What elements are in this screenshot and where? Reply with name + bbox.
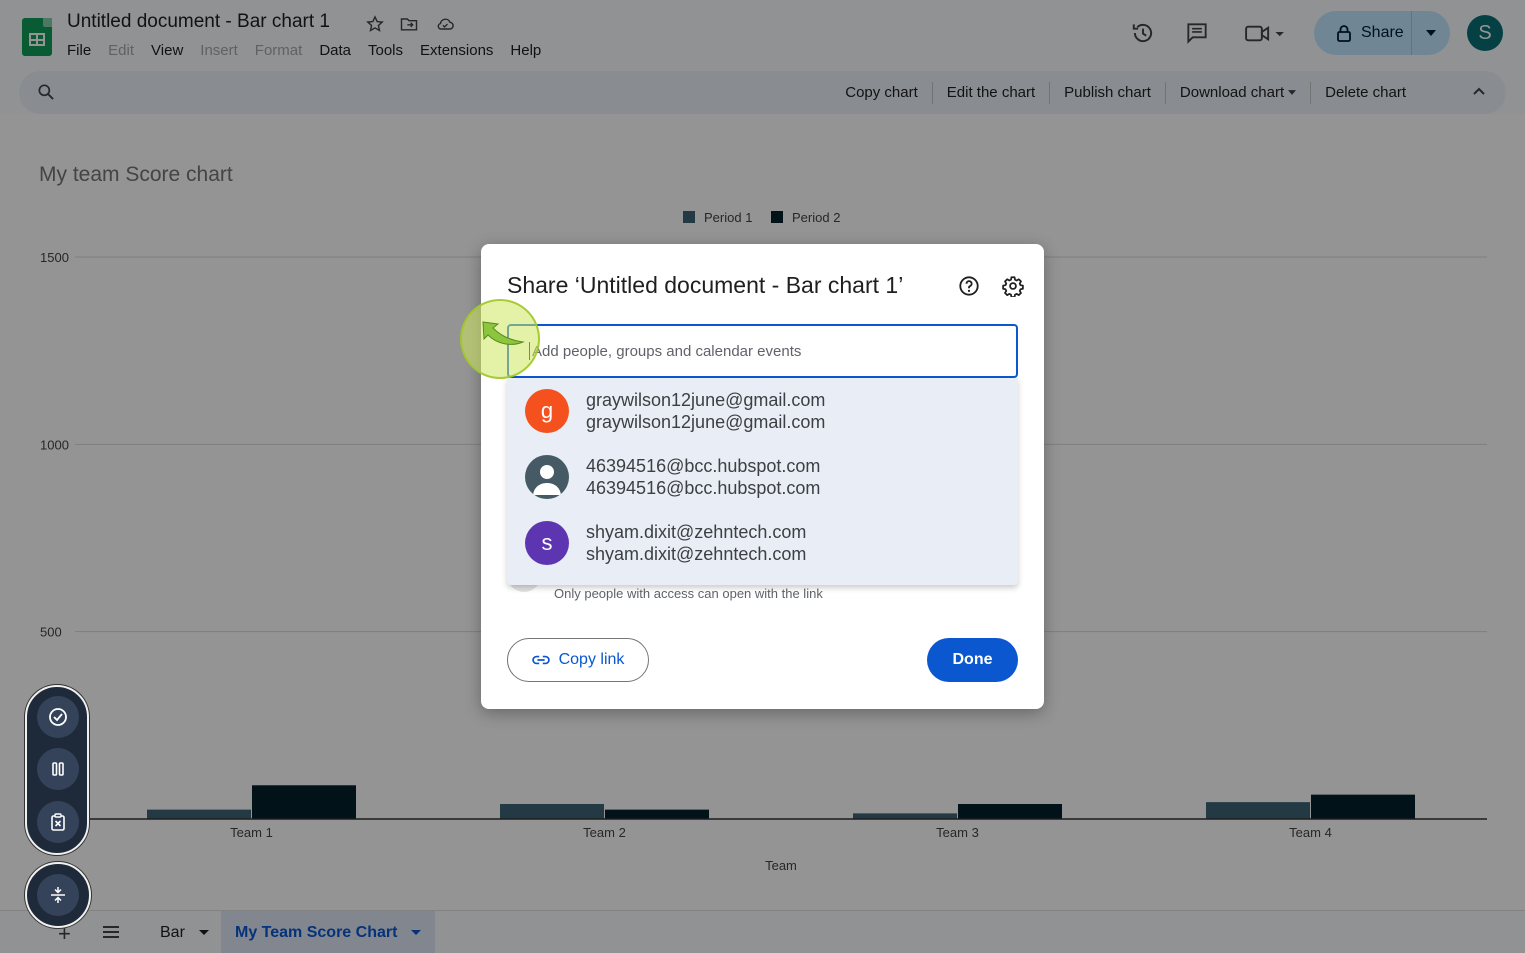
clipboard-x-icon [51, 813, 65, 831]
finish-recording-button[interactable] [37, 696, 79, 738]
suggestion-secondary: graywilson12june@gmail.com [586, 412, 826, 432]
suggestion-item[interactable]: 46394516@bcc.hubspot.com 46394516@bcc.hub… [507, 444, 1018, 510]
avatar: s [525, 521, 569, 565]
collapse-arrows-icon [51, 887, 65, 903]
collapse-recorder-button[interactable] [25, 862, 91, 928]
default-person-avatar-icon [525, 455, 569, 499]
check-circle-icon [49, 708, 67, 726]
general-access-description: Only people with access can open with th… [554, 586, 823, 601]
avatar: g [525, 389, 569, 433]
share-dialog: Share ‘Untitled document - Bar chart 1’ … [481, 244, 1044, 709]
pause-recording-button[interactable] [37, 748, 79, 790]
copy-link-button[interactable]: Copy link [507, 638, 649, 682]
discard-recording-button[interactable] [37, 801, 79, 843]
link-icon [531, 655, 550, 665]
pause-icon [52, 762, 64, 776]
input-placeholder: Add people, groups and calendar events [532, 342, 802, 360]
suggestion-primary: 46394516@bcc.hubspot.com [586, 456, 821, 476]
done-button[interactable]: Done [927, 638, 1018, 682]
settings-gear-icon[interactable] [1002, 275, 1024, 297]
help-icon[interactable] [958, 275, 980, 297]
cursor-arrow-icon [482, 321, 525, 345]
person-icon [533, 465, 561, 495]
suggestion-item[interactable]: g graywilson12june@gmail.com graywilson12… [507, 378, 1018, 444]
suggestion-primary: graywilson12june@gmail.com [586, 390, 826, 410]
suggestion-secondary: 46394516@bcc.hubspot.com [586, 478, 821, 498]
suggestion-item[interactable]: s shyam.dixit@zehntech.com shyam.dixit@ze… [507, 510, 1018, 576]
suggestion-primary: shyam.dixit@zehntech.com [586, 522, 807, 542]
recording-controls [25, 685, 89, 855]
suggestion-secondary: shyam.dixit@zehntech.com [586, 544, 807, 564]
copy-link-label: Copy link [558, 651, 625, 668]
add-people-input[interactable]: Add people, groups and calendar events [507, 324, 1018, 378]
dialog-title: Share ‘Untitled document - Bar chart 1’ [507, 272, 904, 298]
suggestion-list: g graywilson12june@gmail.com graywilson12… [507, 378, 1018, 585]
